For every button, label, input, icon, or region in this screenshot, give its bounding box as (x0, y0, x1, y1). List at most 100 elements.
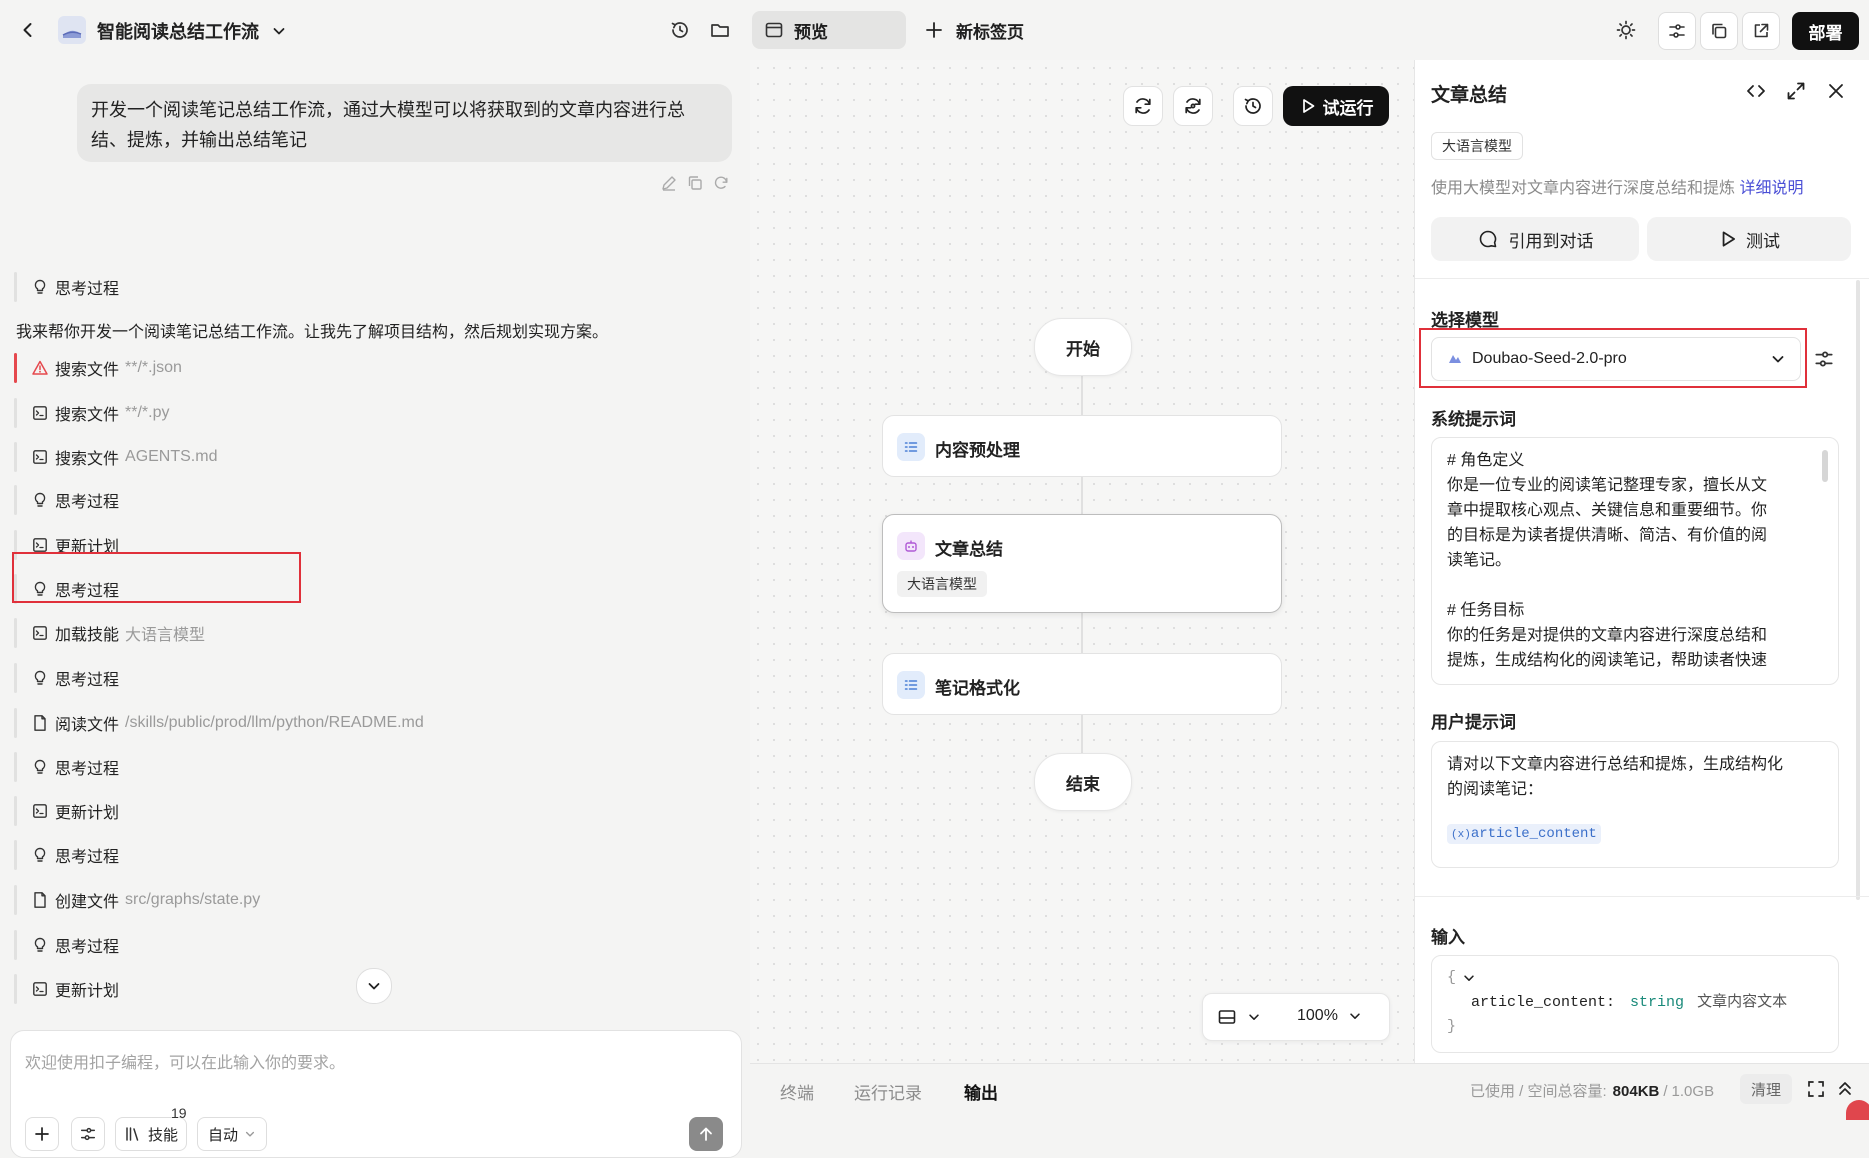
settings-button[interactable] (1658, 12, 1696, 50)
tab-preview-label: 预览 (794, 22, 828, 42)
code-view-button[interactable] (1745, 80, 1767, 102)
start-node[interactable]: 开始 (1034, 318, 1132, 376)
new-tab-button[interactable]: 新标签页 (924, 11, 1024, 49)
history-button[interactable] (662, 12, 698, 48)
node-type-tag: 大语言模型 (897, 571, 987, 597)
history-icon (1244, 98, 1261, 114)
chat-step[interactable]: 思考过程 (14, 483, 734, 517)
reference-to-chat-button[interactable]: 引用到对话 (1431, 217, 1639, 261)
lightbulb-icon (31, 278, 49, 296)
system-prompt-editor[interactable]: # 角色定义 你是一位专业的阅读笔记整理专家，擅长从文 章中提取核心观点、关键信息和… (1431, 437, 1839, 685)
step-label: 搜索文件 (55, 451, 120, 468)
project-title[interactable]: 智能阅读总结工作流 (97, 18, 287, 44)
step-label: 更新计划 (55, 539, 120, 556)
user-prompt-editor[interactable]: 请对以下文章内容进行总结和提炼，生成结构化 的阅读笔记： (x)article_… (1431, 741, 1839, 868)
input-schema-editor[interactable]: { article_content: string 文章内容文本 } (1431, 955, 1839, 1053)
chat-step[interactable]: 思考过程 (14, 572, 734, 606)
step-indicator (14, 574, 17, 604)
system-prompt-line: 你是一位专业的阅读笔记整理专家，擅长从文 (1447, 477, 1768, 494)
chat-step[interactable]: 更新计划 (14, 528, 734, 562)
add-attachment-button[interactable] (25, 1117, 59, 1151)
chevron-down-icon (1350, 1013, 1360, 1019)
deploy-button[interactable]: 部署 (1792, 12, 1859, 50)
layout-toggle[interactable] (1217, 1007, 1261, 1027)
skills-button[interactable]: 技能 (115, 1117, 187, 1151)
tab-terminal[interactable]: 终端 (780, 1079, 814, 1104)
step-indicator (14, 272, 17, 302)
collapse-panel-button[interactable] (1836, 1079, 1854, 1099)
reference-label: 引用到对话 (1508, 231, 1594, 251)
step-indicator (14, 398, 17, 428)
composer-settings-button[interactable] (71, 1117, 105, 1151)
expand-button[interactable] (1785, 80, 1807, 102)
chat-step[interactable]: 更新计划 (14, 794, 734, 828)
chat-step[interactable]: 搜索文件 **/*.json (14, 351, 734, 385)
close-panel-button[interactable] (1825, 80, 1847, 102)
terminal-icon (31, 536, 49, 554)
chat-step[interactable]: 思考过程 (14, 750, 734, 784)
back-button[interactable] (10, 12, 46, 48)
model-settings-button[interactable] (1813, 348, 1835, 370)
tab-preview[interactable]: 预览 (752, 11, 906, 49)
send-button[interactable] (689, 1117, 723, 1151)
test-node-button[interactable]: 测试 (1647, 217, 1851, 261)
mode-label: 自动 (208, 1126, 239, 1144)
sync-icon (1185, 98, 1201, 114)
chat-step[interactable]: 阅读文件/skills/public/prod/llm/python/READM… (14, 706, 734, 740)
copy-button[interactable] (1700, 12, 1738, 50)
assistant-avatar[interactable] (1846, 1100, 1869, 1120)
step-argument: **/*.json (125, 359, 182, 376)
end-node[interactable]: 结束 (1034, 753, 1132, 811)
test-run-button[interactable]: 试运行 (1283, 86, 1389, 126)
sync-button[interactable] (1173, 86, 1213, 126)
chat-step[interactable]: 思考过程 (14, 928, 734, 962)
chat-step[interactable]: 思考过程 (14, 661, 734, 695)
scroll-down-button[interactable] (356, 968, 392, 1004)
chat-step[interactable]: 创建文件 src/graphs/state.py (14, 883, 734, 917)
retry-icon[interactable] (712, 174, 730, 192)
open-brace: { (1447, 969, 1457, 986)
folder-button[interactable] (702, 12, 738, 48)
fullscreen-button[interactable] (1806, 1079, 1826, 1099)
refresh-button[interactable] (1123, 86, 1163, 126)
model-section-title: 选择模型 (1431, 311, 1499, 330)
zoom-select[interactable]: 100% (1297, 1007, 1362, 1025)
expand-icon (1787, 82, 1805, 100)
plus-icon (35, 1127, 49, 1141)
chat-step[interactable]: 思考过程 (14, 838, 734, 872)
panel-scrollbar[interactable] (1856, 280, 1860, 900)
chat-step[interactable]: 搜索文件 AGENTS.md (14, 440, 734, 474)
step-label: 思考过程 (55, 761, 120, 778)
terminal-icon (31, 624, 49, 642)
canvas-history-button[interactable] (1233, 86, 1273, 126)
system-prompt-line: 提炼，生成结构化的阅读笔记，帮助读者快速 (1447, 652, 1768, 669)
tab-run-log[interactable]: 运行记录 (854, 1079, 922, 1104)
chat-step[interactable]: 加载技能 大语言模型 (14, 616, 734, 650)
node-title: 笔记格式化 (935, 679, 1020, 698)
refresh-icon (1135, 98, 1151, 114)
node-note-format[interactable]: 笔记格式化 (882, 653, 1282, 715)
chat-step[interactable]: 搜索文件 **/*.py (14, 396, 734, 430)
robot-icon (897, 532, 925, 560)
clear-button[interactable]: 清理 (1740, 1074, 1792, 1104)
open-external-button[interactable] (1742, 12, 1780, 50)
tab-output[interactable]: 输出 (964, 1079, 998, 1104)
composer-input[interactable]: 欢迎使用扣子编程，可以在此输入你的要求。 (25, 1049, 345, 1073)
play-icon (1302, 99, 1314, 113)
copy-message-icon[interactable] (686, 174, 704, 192)
node-article-summary[interactable]: 文章总结 大语言模型 (882, 514, 1282, 613)
step-indicator (14, 353, 17, 383)
plus-icon (926, 22, 942, 38)
mode-select[interactable]: 自动 (197, 1117, 267, 1151)
node-preprocess[interactable]: 内容预处理 (882, 415, 1282, 477)
chevron-left-icon (23, 23, 32, 37)
detail-link[interactable]: 详细说明 (1739, 180, 1803, 197)
chat-step[interactable]: 思考过程 (14, 270, 734, 304)
workflow-canvas: 试运行 开始 内容预处理 文章总结 大语言模型 笔记格式化 结束 100% (750, 60, 1414, 1063)
theme-toggle-button[interactable] (1608, 12, 1644, 48)
model-select[interactable]: Doubao-Seed-2.0-pro (1431, 337, 1801, 381)
edit-icon[interactable] (660, 174, 678, 192)
variable-chip[interactable]: (x)article_content (1447, 824, 1601, 844)
editor-scrollbar[interactable] (1822, 450, 1828, 482)
browser-window-icon (765, 22, 783, 38)
